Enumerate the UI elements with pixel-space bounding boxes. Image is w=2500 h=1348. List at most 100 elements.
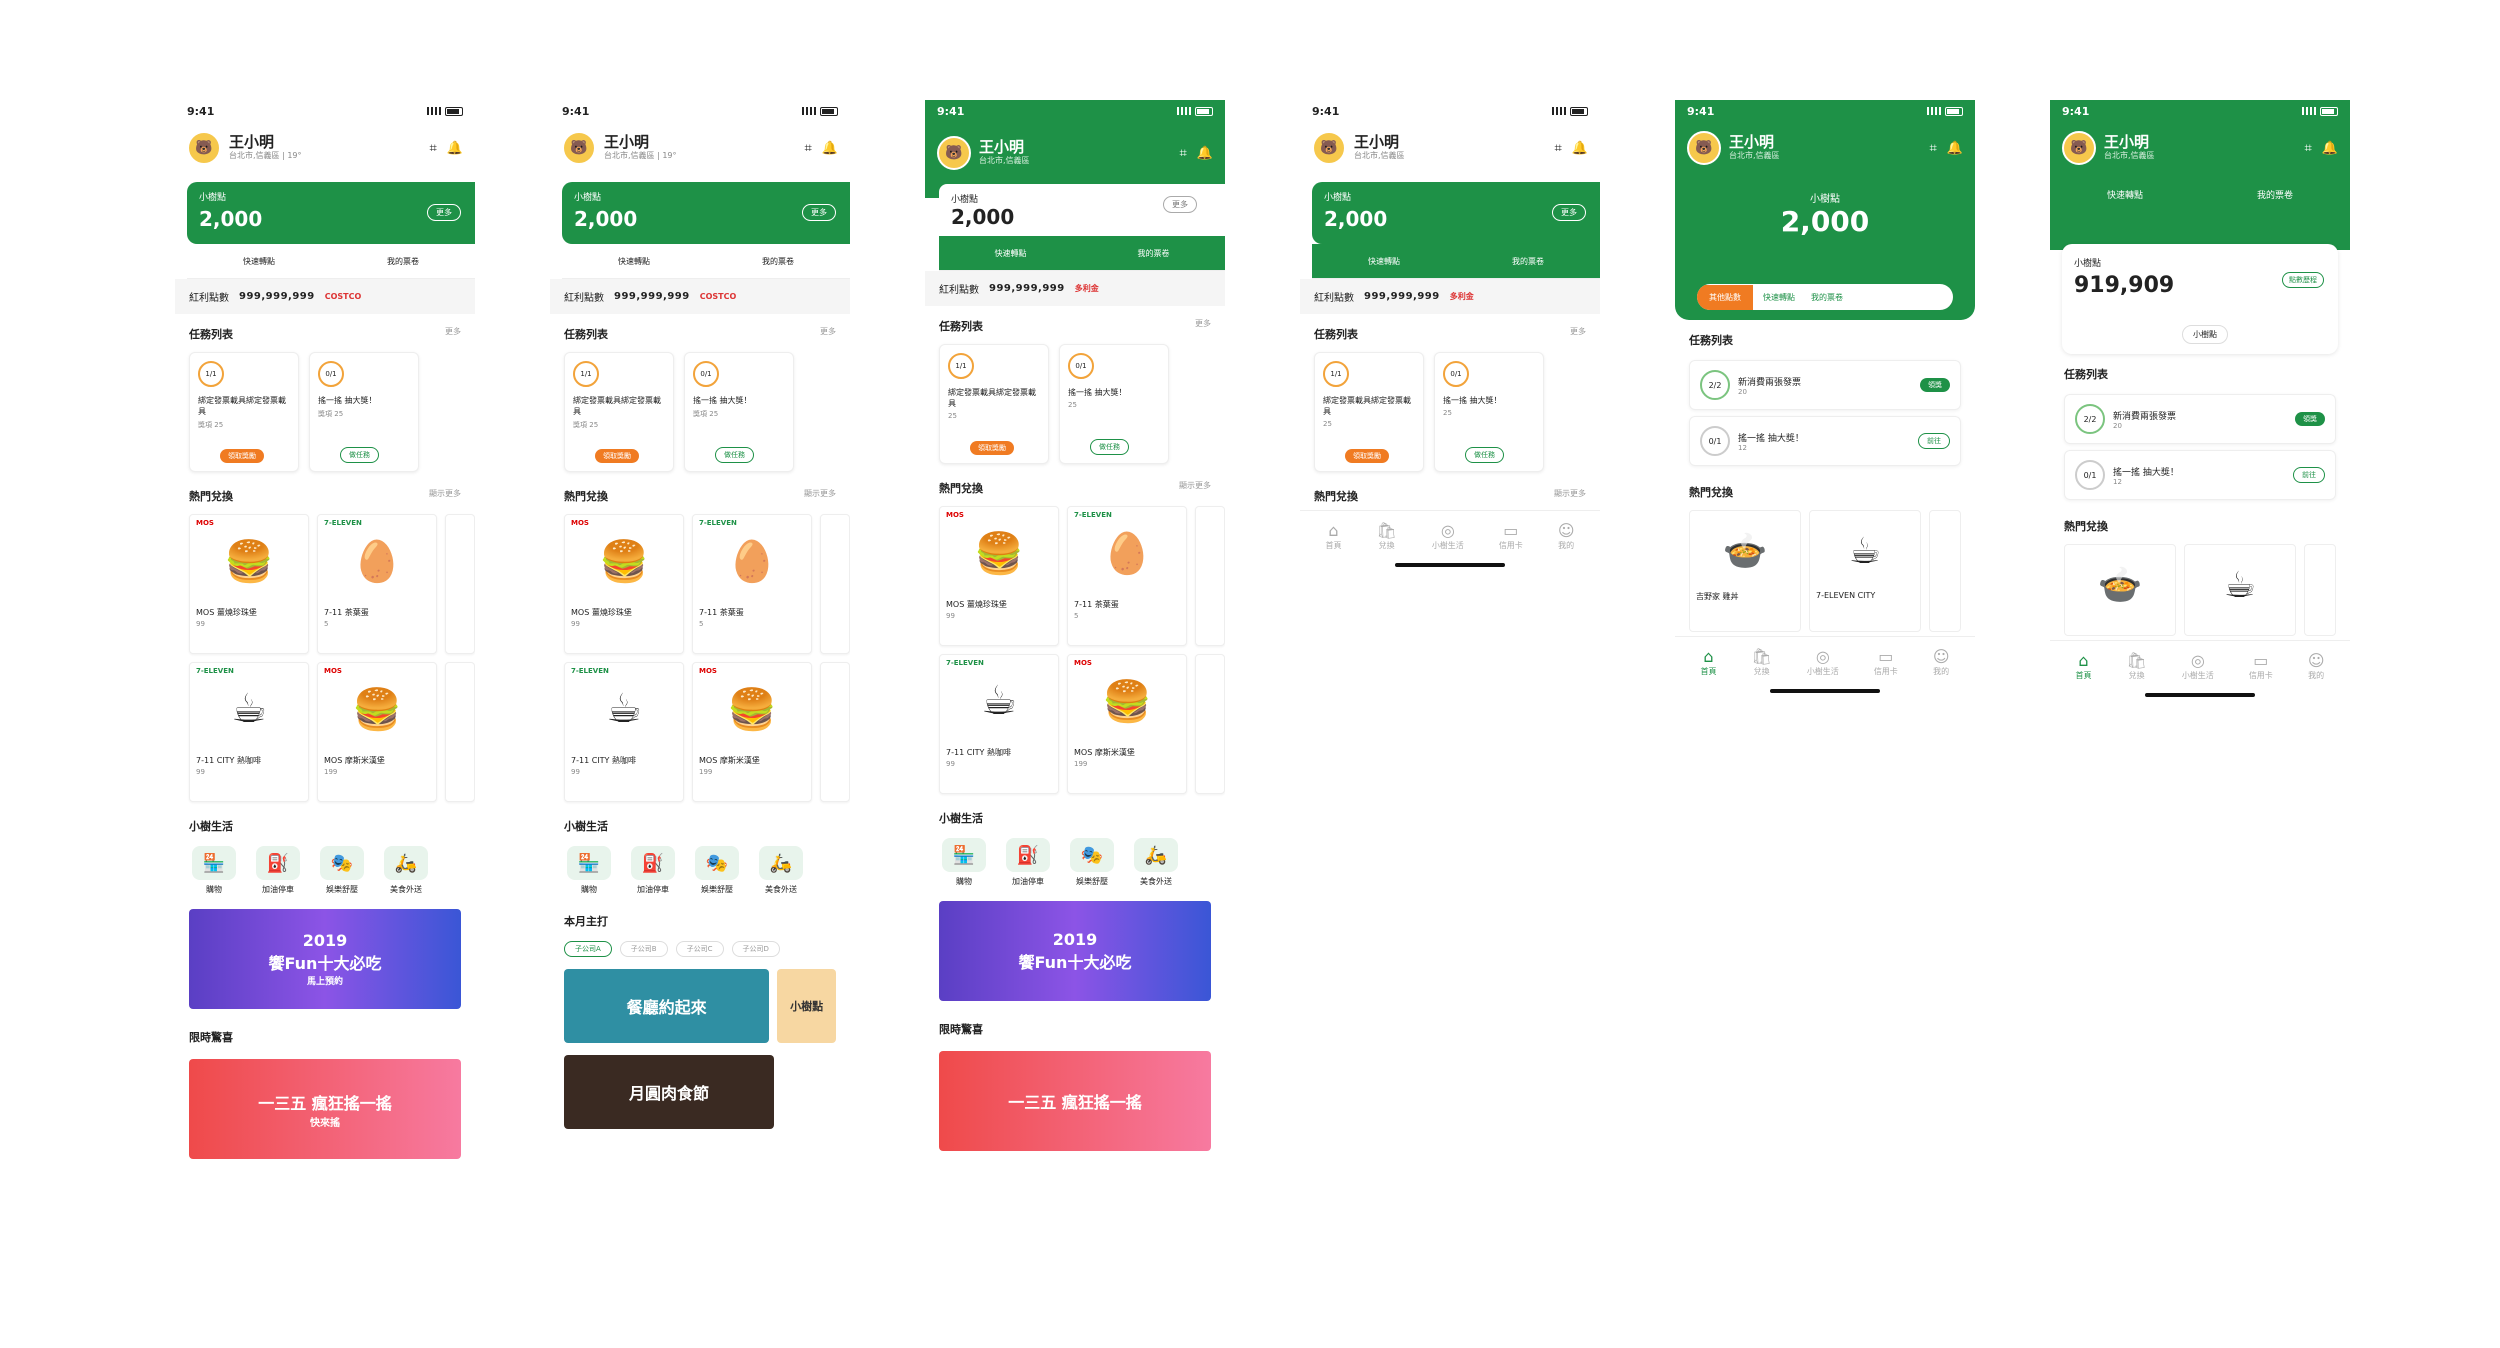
mission-row[interactable]: 2/2 新消費兩張發票 20 領獎 xyxy=(2064,394,2336,444)
bell-icon[interactable]: 🔔 xyxy=(1572,141,1588,156)
task-card[interactable]: 1/1 綁定發票載具綁定發票載具 25 領取獎勵 xyxy=(939,344,1049,464)
points-card[interactable]: 小樹點 2,000 更多 xyxy=(939,184,1225,236)
product-card[interactable]: 🍲 xyxy=(2064,544,2176,636)
tab-company-b[interactable]: 子公司B xyxy=(619,941,668,957)
product-card[interactable]: ☕ xyxy=(2184,544,2296,636)
points-card[interactable]: 小樹點 2,000 更多 xyxy=(562,182,850,244)
product-card[interactable]: MOS 🍔 MOS 摩斯米漢堡 199 xyxy=(317,662,437,802)
product-card-partial[interactable] xyxy=(820,514,850,654)
tab-card[interactable]: ▭ 信用卡 xyxy=(1874,647,1898,677)
scan-icon[interactable]: ⌗ xyxy=(1179,146,1186,161)
points-tab[interactable]: 小樹點 xyxy=(2182,325,2228,344)
product-card-partial[interactable] xyxy=(1195,654,1225,794)
product-card[interactable]: MOS 🍔 MOS 薑燒珍珠堡 99 xyxy=(189,514,309,654)
product-card[interactable]: 🍲 吉野家 雞丼 xyxy=(1689,510,1801,632)
tab-life[interactable]: ◎ 小樹生活 xyxy=(2182,651,2214,681)
life-item-entertainment[interactable]: 🎭 娛樂舒壓 xyxy=(317,846,367,895)
claim-reward-button[interactable]: 領取獎勵 xyxy=(1345,449,1389,463)
mission-row[interactable]: 0/1 搖一搖 抽大獎！ 12 前往 xyxy=(1689,416,1961,466)
tab-company-a[interactable]: 子公司A xyxy=(564,941,612,957)
task-card[interactable]: 1/1 綁定發票載具綁定發票載具 25 領取獎勵 xyxy=(1314,352,1424,472)
avatar[interactable]: 🐻 xyxy=(937,136,971,170)
life-item-fuel[interactable]: ⛽ 加油停車 xyxy=(628,846,678,895)
tab-company-c[interactable]: 子公司C xyxy=(675,941,724,957)
product-card[interactable]: 7-ELEVEN ☕ 7-11 CITY 熱咖啡 99 xyxy=(189,662,309,802)
product-card[interactable]: MOS 🍔 MOS 薑燒珍珠堡 99 xyxy=(939,506,1059,646)
do-task-button[interactable]: 做任務 xyxy=(1090,439,1129,455)
go-button[interactable]: 前往 xyxy=(2293,467,2325,483)
claim-button[interactable]: 領獎 xyxy=(1920,378,1950,392)
feature-card[interactable]: 月圓肉食節 xyxy=(564,1055,774,1129)
life-item-entertainment[interactable]: 🎭 娛樂舒壓 xyxy=(1067,838,1117,887)
product-card-partial[interactable] xyxy=(445,662,475,802)
tab-home[interactable]: ⌂ 首頁 xyxy=(1326,521,1342,551)
task-card[interactable]: 0/1 搖一搖 抽大獎！ 獎項 25 做任務 xyxy=(309,352,419,472)
avatar[interactable]: 🐻 xyxy=(1687,131,1721,165)
more-button[interactable]: 更多 xyxy=(1163,196,1197,213)
task-card[interactable]: 1/1 綁定發票載具綁定發票載具 獎項 25 領取獎勵 xyxy=(564,352,674,472)
mission-row[interactable]: 2/2 新消費兩張發票 20 領獎 xyxy=(1689,360,1961,410)
bell-icon[interactable]: 🔔 xyxy=(447,141,463,156)
more-button[interactable]: 更多 xyxy=(1552,204,1586,221)
tab-card[interactable]: ▭ 信用卡 xyxy=(2249,651,2273,681)
tab-home[interactable]: ⌂ 首頁 xyxy=(1701,647,1717,677)
product-card-partial[interactable] xyxy=(1929,510,1961,632)
my-coupons-button[interactable]: 我的票卷 xyxy=(1512,256,1544,267)
my-coupons-button[interactable]: 我的票卷 xyxy=(1138,248,1170,259)
avatar[interactable]: 🐻 xyxy=(562,131,596,165)
product-card[interactable]: 7-ELEVEN ☕ 7-11 CITY 熱咖啡 99 xyxy=(939,654,1059,794)
tab-profile[interactable]: ☺ 我的 xyxy=(1558,521,1575,551)
points-value[interactable]: 2,000 xyxy=(1675,205,1975,238)
mission-row[interactable]: 0/1 搖一搖 抽大獎！ 12 前往 xyxy=(2064,450,2336,500)
product-card[interactable]: MOS 🍔 MOS 摩斯米漢堡 199 xyxy=(692,662,812,802)
bell-icon[interactable]: 🔔 xyxy=(1947,141,1963,156)
product-card[interactable]: 7-ELEVEN 🥚 7-11 茶葉蛋 5 xyxy=(317,514,437,654)
quick-transfer-button[interactable]: 快速轉點 xyxy=(243,256,275,267)
feature-card-partial[interactable]: 小樹點 xyxy=(777,969,836,1043)
product-card[interactable]: ☕ 7-ELEVEN CITY xyxy=(1809,510,1921,632)
claim-reward-button[interactable]: 領取獎勵 xyxy=(220,449,264,463)
other-points-button[interactable]: 其他點數 xyxy=(1697,284,1753,310)
claim-button[interactable]: 領獎 xyxy=(2295,412,2325,426)
more-button[interactable]: 更多 xyxy=(427,204,461,221)
more-button[interactable]: 更多 xyxy=(802,204,836,221)
promo-banner-shake[interactable]: 一三五 瘋狂搖一搖 快來搖 xyxy=(189,1059,461,1159)
quick-transfer-button[interactable]: 快速轉點 xyxy=(1368,256,1400,267)
my-coupons-button[interactable]: 我的票卷 xyxy=(2257,188,2293,201)
tab-life[interactable]: ◎ 小樹生活 xyxy=(1807,647,1839,677)
points-card[interactable]: 小樹點 919,909 點數歷程 小樹點 xyxy=(2062,244,2338,354)
tab-home[interactable]: ⌂ 首頁 xyxy=(2076,651,2092,681)
quick-transfer-button[interactable]: 快速轉點 xyxy=(618,256,650,267)
avatar[interactable]: 🐻 xyxy=(2062,131,2096,165)
task-card[interactable]: 0/1 搖一搖 抽大獎！ 獎項 25 做任務 xyxy=(684,352,794,472)
life-item-delivery[interactable]: 🛵 美食外送 xyxy=(1131,838,1181,887)
my-coupons-button[interactable]: 我的票卷 xyxy=(387,256,419,267)
life-item-entertainment[interactable]: 🎭 娛樂舒壓 xyxy=(692,846,742,895)
life-item-delivery[interactable]: 🛵 美食外送 xyxy=(756,846,806,895)
tab-exchange[interactable]: 🛍 兌換 xyxy=(1377,521,1397,551)
product-card-partial[interactable] xyxy=(2304,544,2336,636)
do-task-button[interactable]: 做任務 xyxy=(1465,447,1504,463)
avatar[interactable]: 🐻 xyxy=(187,131,221,165)
tab-profile[interactable]: ☺ 我的 xyxy=(1933,647,1950,677)
do-task-button[interactable]: 做任務 xyxy=(340,447,379,463)
life-item-shopping[interactable]: 🏪 購物 xyxy=(939,838,989,887)
go-button[interactable]: 前往 xyxy=(1918,433,1950,449)
tab-profile[interactable]: ☺ 我的 xyxy=(2308,651,2325,681)
claim-reward-button[interactable]: 領取獎勵 xyxy=(970,441,1014,455)
scan-icon[interactable]: ⌗ xyxy=(2304,141,2311,156)
scan-icon[interactable]: ⌗ xyxy=(429,141,436,156)
my-coupons-button[interactable]: 我的票卷 xyxy=(1805,292,1849,303)
life-item-fuel[interactable]: ⛽ 加油停車 xyxy=(253,846,303,895)
tab-company-d[interactable]: 子公司D xyxy=(731,941,780,957)
points-card[interactable]: 小樹點 2,000 更多 xyxy=(187,182,475,244)
bell-icon[interactable]: 🔔 xyxy=(1197,146,1213,161)
promo-banner-shake[interactable]: 一三五 瘋狂搖一搖 xyxy=(939,1051,1211,1151)
promo-banner-2019[interactable]: 2019 饗Fun十大必吃 xyxy=(939,901,1211,1001)
product-card-partial[interactable] xyxy=(445,514,475,654)
quick-transfer-button[interactable]: 快速轉點 xyxy=(2107,188,2143,201)
task-card[interactable]: 0/1 搖一搖 抽大獎！ 25 做任務 xyxy=(1059,344,1169,464)
life-item-delivery[interactable]: 🛵 美食外送 xyxy=(381,846,431,895)
points-card[interactable]: 小樹點 2,000 更多 xyxy=(1312,182,1600,244)
life-item-shopping[interactable]: 🏪 購物 xyxy=(564,846,614,895)
